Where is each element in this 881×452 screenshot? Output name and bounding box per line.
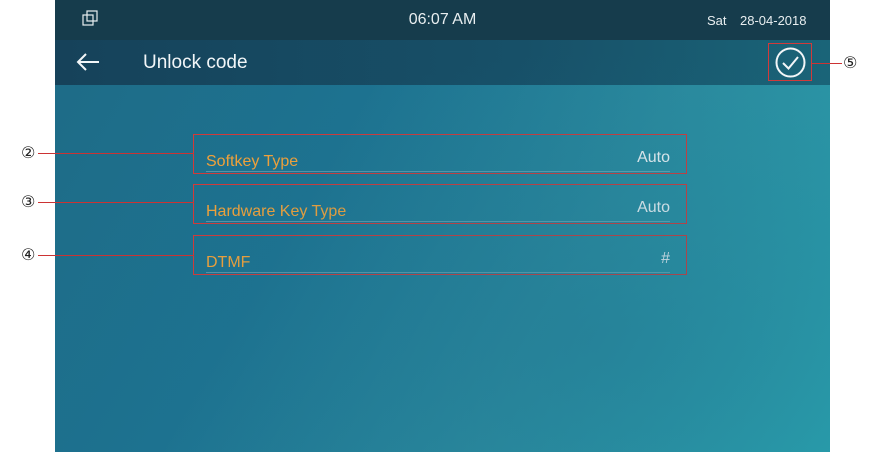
- status-date: 28-04-2018: [740, 13, 807, 28]
- softkey-type-row[interactable]: Softkey Type Auto: [193, 134, 687, 174]
- status-bar: 06:07 AM Sat 28-04-2018: [55, 0, 830, 40]
- callout-2-line: [38, 153, 194, 154]
- hardware-key-type-underline: [206, 221, 670, 222]
- callout-5-line: [812, 63, 842, 64]
- status-day: Sat: [707, 13, 727, 28]
- callout-5: ⑤: [843, 53, 858, 72]
- back-arrow-icon[interactable]: [75, 51, 101, 73]
- hardware-key-type-value: Auto: [637, 199, 670, 216]
- device-screen: 06:07 AM Sat 28-04-2018 Unlock code Soft…: [55, 0, 830, 452]
- callout-3-line: [38, 202, 194, 203]
- hardware-key-type-row[interactable]: Hardware Key Type Auto: [193, 184, 687, 224]
- dtmf-label: DTMF: [206, 254, 251, 271]
- confirm-button[interactable]: [768, 43, 812, 81]
- callout-4-line: [38, 255, 194, 256]
- callout-4: ④: [21, 245, 36, 264]
- dtmf-underline: [206, 272, 670, 273]
- callout-3: ③: [21, 192, 36, 211]
- softkey-type-value: Auto: [637, 149, 670, 166]
- title-bar: Unlock code: [55, 40, 830, 85]
- dtmf-row[interactable]: DTMF #: [193, 235, 687, 275]
- check-circle-icon: [775, 47, 806, 78]
- page-title: Unlock code: [143, 52, 248, 73]
- dtmf-value: #: [661, 250, 670, 267]
- hardware-key-type-label: Hardware Key Type: [206, 203, 347, 220]
- softkey-type-label: Softkey Type: [206, 153, 299, 170]
- callout-2: ②: [21, 143, 36, 162]
- softkey-type-underline: [206, 171, 670, 172]
